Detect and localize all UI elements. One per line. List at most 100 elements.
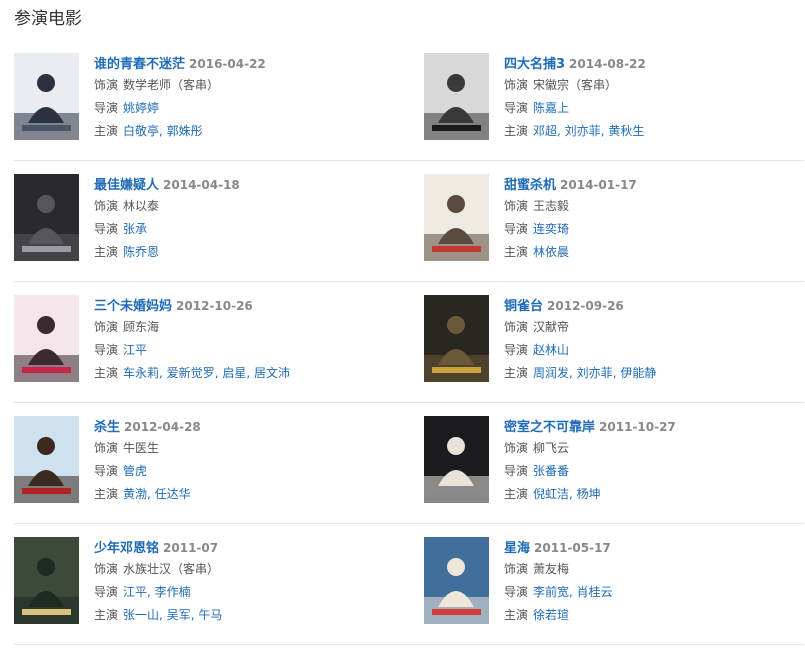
movie-poster[interactable] [424,537,489,624]
name-separator: , [159,608,167,622]
role-name: 宋徽宗（客串） [533,78,618,92]
movie-poster[interactable] [14,295,79,382]
person-link[interactable]: 管虎 [123,464,147,478]
person-link[interactable]: 爱新觉罗 [167,366,215,380]
person-link[interactable]: 赵林山 [533,343,569,357]
name-separator: , [569,366,577,380]
movie-title-link[interactable]: 四大名捕3 [504,57,565,72]
movie-poster[interactable] [14,416,79,503]
movie-info: 谁的青春不迷茫 2016-04-22 饰演 数学老师（客串） 导演 姚婷婷 主演 白敬亭, 郭… [94,52,394,143]
person-link[interactable]: 启星 [222,366,246,380]
poster-image [424,295,489,382]
role-name: 柳飞云 [533,441,570,455]
movie-card: 最佳嫌疑人 2014-04-18 饰演 林以泰 导演 张承 主演 陈乔恩 [14,174,394,262]
movie-title-link[interactable]: 谁的青春不迷茫 [94,57,185,72]
role-name: 林以泰 [123,199,160,213]
person-link[interactable]: 黄渤 [123,487,147,501]
director-line: 导演 江平 [94,339,394,362]
role-name: 水族壮汉（客串） [123,562,220,576]
movie-title-line: 铜雀台 2012-09-26 [504,294,804,316]
person-link[interactable]: 连奕琦 [533,222,569,236]
director-label: 导演 [94,343,119,357]
movie-title-link[interactable]: 三个未婚妈妈 [94,299,172,314]
movie-info: 三个未婚妈妈 2012-10-26 饰演 顾东海 导演 江平 主演 车永莉, 爱新觉罗, 启星… [94,294,394,385]
name-separator: , [147,585,155,599]
director-label: 导演 [504,585,529,599]
movie-title-line: 甜蜜杀机 2014-01-17 [504,173,804,195]
person-link[interactable]: 刘亦菲 [577,366,613,380]
poster-image [14,295,79,382]
starring-line: 主演 周润发, 刘亦菲, 伊能静 [504,362,804,385]
person-link[interactable]: 陈乔恩 [123,245,159,259]
person-link[interactable]: 张承 [123,222,147,236]
movie-row: 杀生 2012-04-28 饰演 牛医生 导演 管虎 主演 黄渤, 任达华 密室之不可靠岸 201… [14,403,804,524]
person-link[interactable]: 吴军 [167,608,191,622]
name-separator: , [569,585,577,599]
person-link[interactable]: 陈嘉上 [533,101,569,115]
role-label: 饰演 [94,441,119,455]
starring-label: 主演 [94,487,119,501]
person-link[interactable]: 江平 [123,585,147,599]
movie-poster[interactable] [14,537,79,624]
person-link[interactable]: 徐若瑄 [533,608,569,622]
person-link[interactable]: 黄秋生 [608,124,644,138]
role-name: 牛医生 [123,441,160,455]
person-link[interactable]: 车永莉 [123,366,159,380]
person-link[interactable]: 伊能静 [620,366,656,380]
director-line: 导演 张承 [94,218,394,241]
director-line: 导演 赵林山 [504,339,804,362]
movie-poster[interactable] [424,174,489,261]
name-separator: , [569,487,577,501]
movie-title-link[interactable]: 最佳嫌疑人 [94,178,159,193]
movie-info: 四大名捕3 2014-08-22 饰演 宋徽宗（客串） 导演 陈嘉上 主演 邓超, 刘亦菲, … [504,52,804,143]
person-link[interactable]: 邓超 [533,124,557,138]
movie-title-link[interactable]: 星海 [504,541,530,556]
person-link[interactable]: 午马 [198,608,222,622]
movie-release-date: 2012-10-26 [176,299,253,313]
movie-title-link[interactable]: 铜雀台 [504,299,543,314]
role-line: 饰演 水族壮汉（客串） [94,558,394,581]
person-link[interactable]: 任达华 [155,487,191,501]
role-name: 萧友梅 [533,562,570,576]
starring-label: 主演 [504,366,529,380]
movie-title-link[interactable]: 少年邓恩铭 [94,541,159,556]
movie-poster[interactable] [424,416,489,503]
role-name: 顾东海 [123,320,160,334]
person-link[interactable]: 郭姝彤 [167,124,203,138]
person-link[interactable]: 肖桂云 [577,585,613,599]
role-line: 饰演 顾东海 [94,316,394,339]
person-link[interactable]: 林依晨 [533,245,569,259]
movie-card: 铜雀台 2012-09-26 饰演 汉献帝 导演 赵林山 主演 周润发, 刘亦菲, 伊能静 [424,295,804,383]
movie-title-link[interactable]: 甜蜜杀机 [504,178,556,193]
movie-poster[interactable] [424,53,489,140]
movie-info: 星海 2011-05-17 饰演 萧友梅 导演 李前宽, 肖桂云 主演 徐若瑄 [504,536,804,627]
person-link[interactable]: 李前宽 [533,585,569,599]
movie-info: 密室之不可靠岸 2011-10-27 饰演 柳飞云 导演 张番番 主演 倪虹洁, 杨坤 [504,415,804,506]
person-link[interactable]: 白敬亭 [123,124,159,138]
person-link[interactable]: 刘亦菲 [565,124,601,138]
person-link[interactable]: 张一山 [123,608,159,622]
person-link[interactable]: 江平 [123,343,147,357]
movie-poster[interactable] [424,295,489,382]
person-link[interactable]: 杨坤 [577,487,601,501]
movie-title-line: 少年邓恩铭 2011-07 [94,536,394,558]
person-link[interactable]: 张番番 [533,464,569,478]
movie-row: 少年邓恩铭 2011-07 饰演 水族壮汉（客串） 导演 江平, 李作楠 主演 张一山, 吴军… [14,524,804,645]
role-line: 饰演 林以泰 [94,195,394,218]
movie-title-line: 三个未婚妈妈 2012-10-26 [94,294,394,316]
movie-poster[interactable] [14,174,79,261]
person-link[interactable]: 姚婷婷 [123,101,159,115]
person-link[interactable]: 李作楠 [155,585,191,599]
movie-info: 最佳嫌疑人 2014-04-18 饰演 林以泰 导演 张承 主演 陈乔恩 [94,173,394,264]
movie-card: 四大名捕3 2014-08-22 饰演 宋徽宗（客串） 导演 陈嘉上 主演 邓超, 刘亦菲, … [424,53,804,141]
movie-card: 三个未婚妈妈 2012-10-26 饰演 顾东海 导演 江平 主演 车永莉, 爱新觉罗, 启星… [14,295,394,383]
person-link[interactable]: 居文沛 [254,366,290,380]
movie-info: 少年邓恩铭 2011-07 饰演 水族壮汉（客串） 导演 江平, 李作楠 主演 张一山, 吴军… [94,536,394,627]
person-link[interactable]: 倪虹洁 [533,487,569,501]
movie-title-link[interactable]: 密室之不可靠岸 [504,420,595,435]
movie-row: 谁的青春不迷茫 2016-04-22 饰演 数学老师（客串） 导演 姚婷婷 主演 白敬亭, 郭… [14,40,804,161]
person-link[interactable]: 周润发 [533,366,569,380]
movie-title-link[interactable]: 杀生 [94,420,120,435]
movie-poster[interactable] [14,53,79,140]
role-label: 饰演 [94,562,119,576]
